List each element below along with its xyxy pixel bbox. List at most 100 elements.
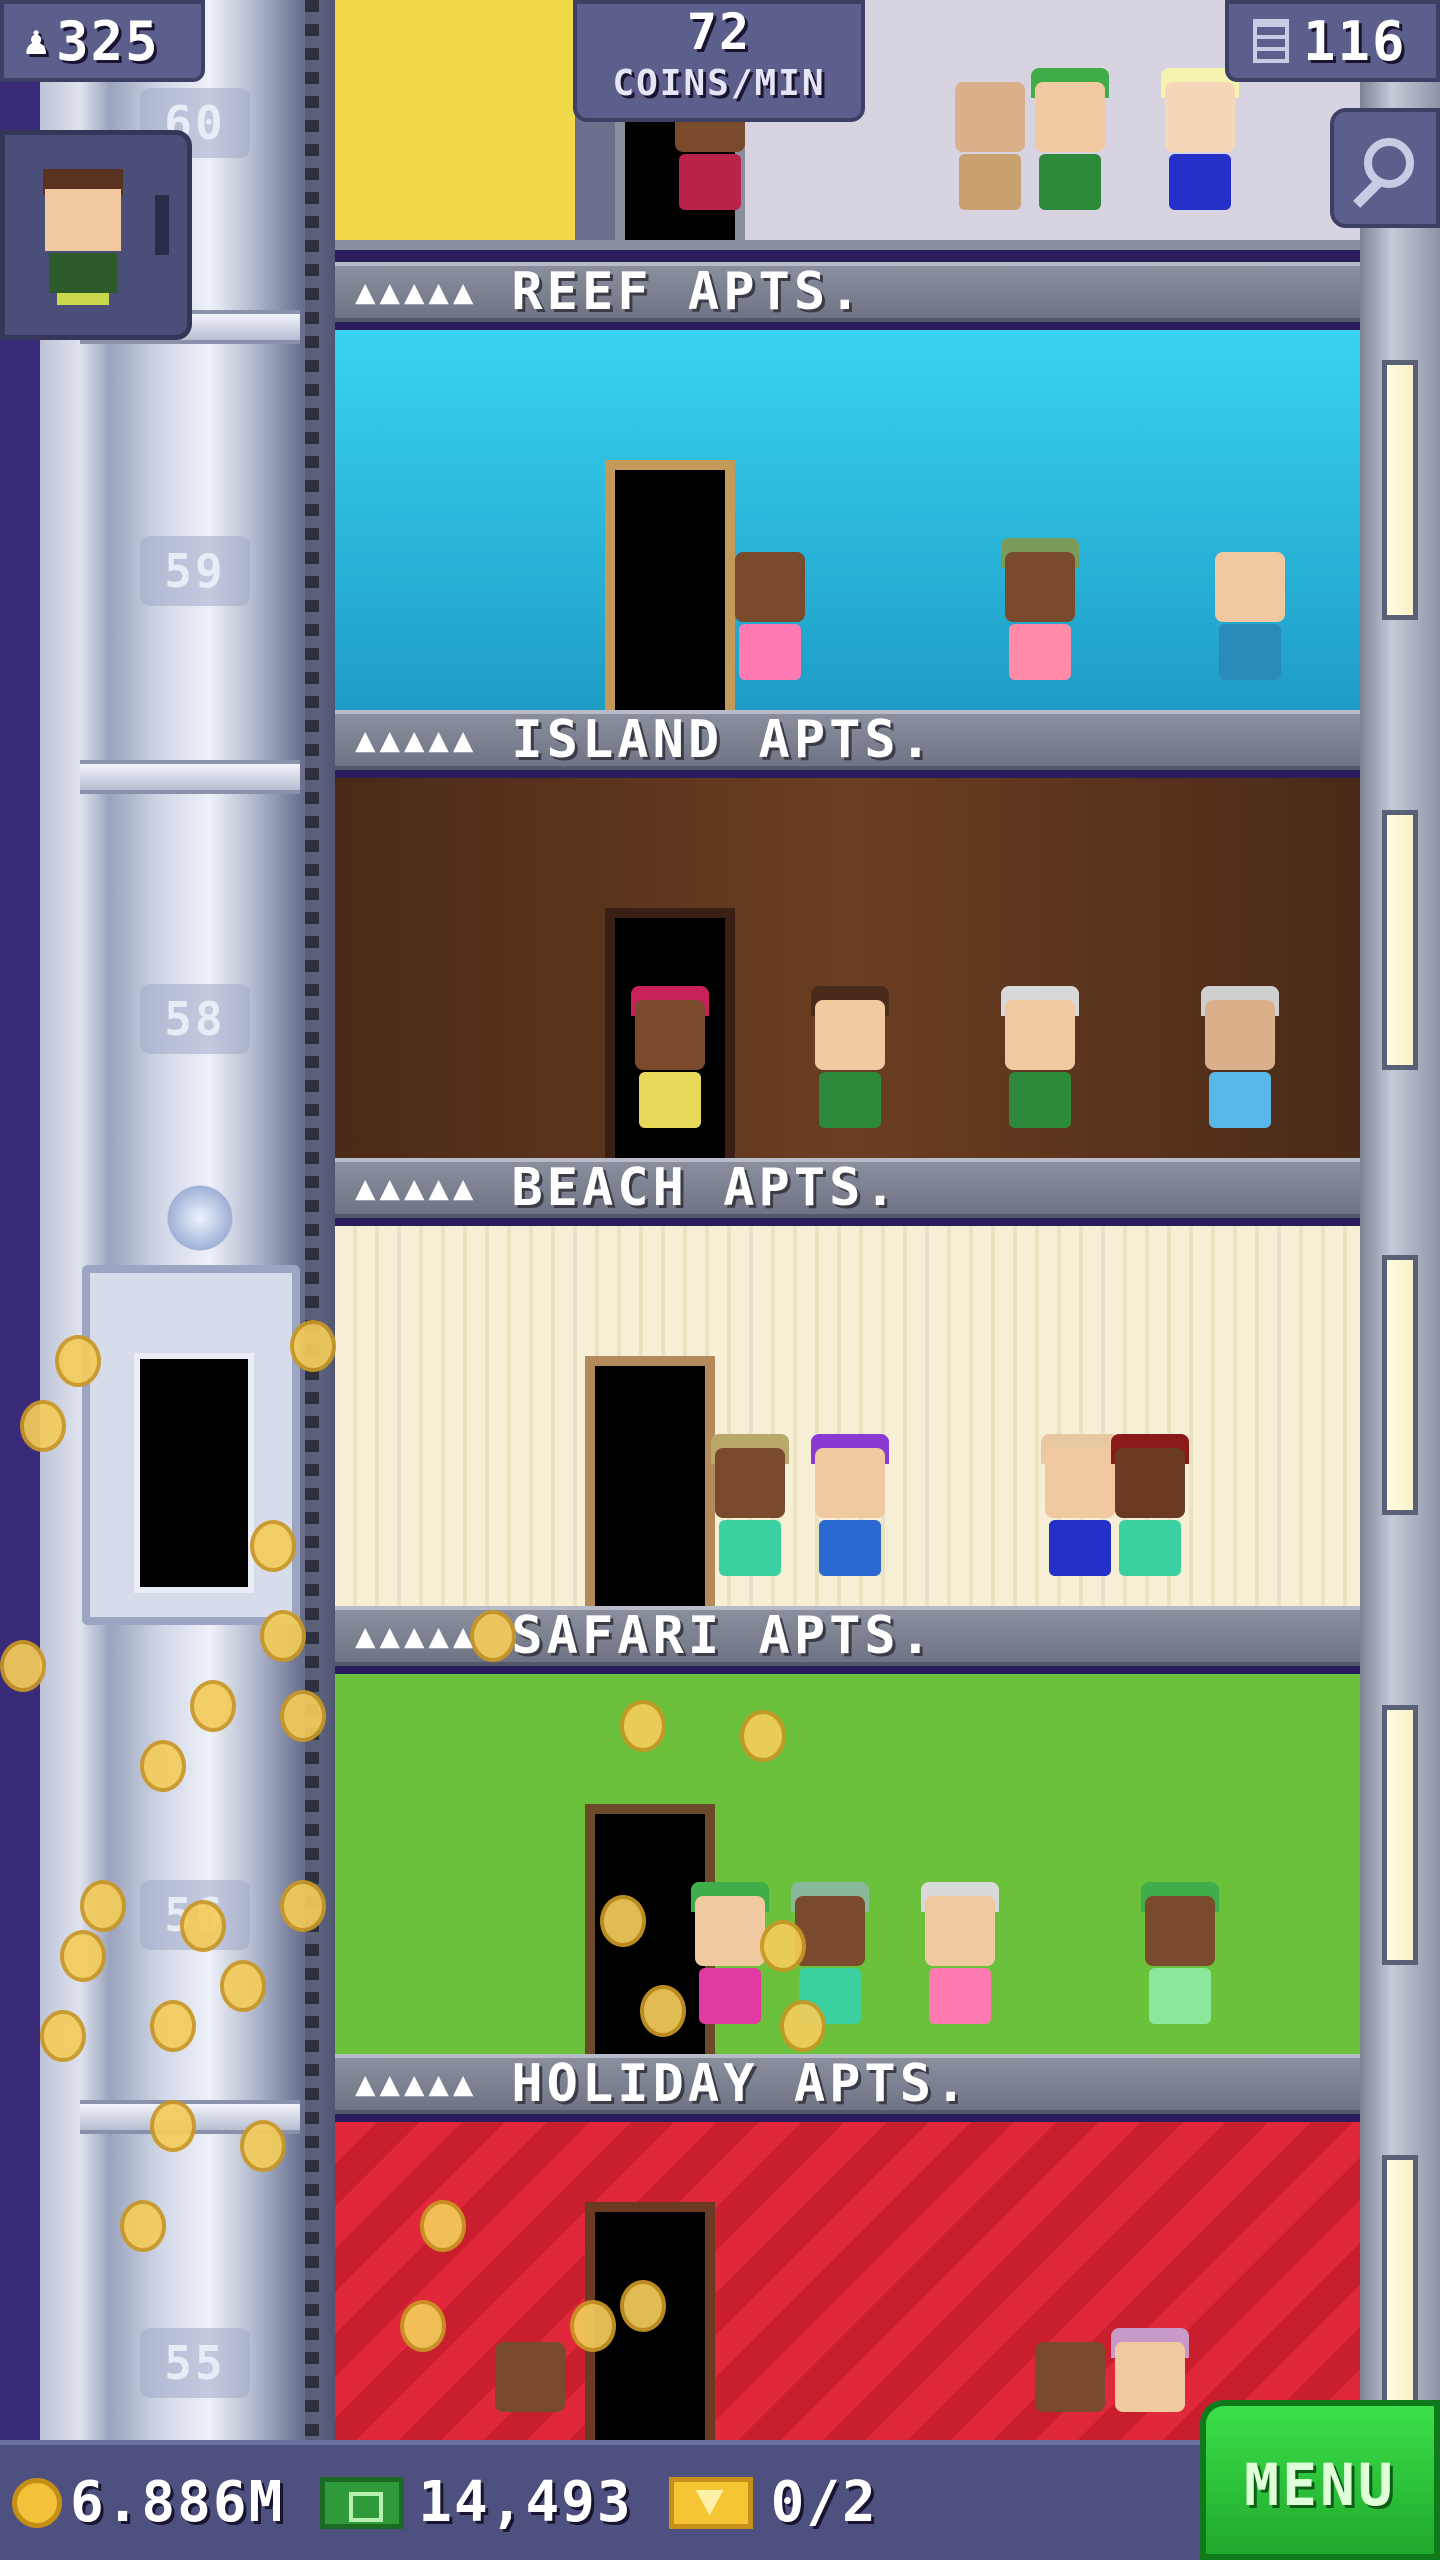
bitizen-body — [959, 154, 1021, 210]
tickets-value: 0/2 — [770, 2470, 878, 2535]
bitizen-body — [699, 1968, 761, 2024]
bitizen-body — [819, 1520, 881, 1576]
falling-coin — [120, 2200, 166, 2252]
room-door — [585, 1356, 715, 1606]
coin-rate-display: 72 COINS/MIN — [573, 0, 865, 122]
tickets-balance[interactable]: 0/2 — [668, 2470, 878, 2535]
falling-coin — [0, 1640, 46, 1692]
floor-stars: ▲▲▲▲▲ — [355, 1168, 478, 1208]
room-holiday[interactable] — [335, 2122, 1360, 2452]
elevator-floor-divider — [80, 760, 300, 794]
falling-coin — [280, 1880, 326, 1932]
bitizen[interactable] — [945, 62, 1035, 232]
wall-light — [1382, 2155, 1418, 2415]
bitizen-avatar — [35, 169, 131, 305]
menu-button[interactable]: MENU — [1200, 2400, 1440, 2560]
elevator-door — [134, 1353, 254, 1593]
bitizen-head — [635, 1000, 705, 1070]
bitizen[interactable] — [485, 2322, 575, 2452]
floor-stars: ▲▲▲▲▲ — [355, 272, 478, 312]
elevator-floor-number: 58 — [140, 984, 250, 1054]
falling-coin — [190, 1680, 236, 1732]
bitizen[interactable] — [805, 980, 895, 1150]
elevator-floor-number: 55 — [140, 2328, 250, 2398]
falling-coin — [620, 1700, 666, 1752]
floor-counter[interactable]: 116 — [1225, 0, 1440, 82]
bitizen[interactable] — [1135, 1876, 1225, 2046]
falling-coin — [240, 2120, 286, 2172]
falling-coin — [640, 1985, 686, 2037]
elevator-shaft[interactable]: 60 59 58 56 55 — [0, 0, 335, 2440]
floor-stars: ▲▲▲▲▲ — [355, 2064, 478, 2104]
room-island[interactable] — [335, 778, 1360, 1168]
bitizen-head — [815, 1448, 885, 1518]
floor-header: ▲▲▲▲▲ BEACH APTS. — [335, 1158, 1360, 1218]
bitizen[interactable] — [725, 532, 815, 702]
falling-coin — [180, 1900, 226, 1952]
bitizen-body — [1049, 1520, 1111, 1576]
wall-light — [1382, 1705, 1418, 1965]
bitizen-head — [1115, 1448, 1185, 1518]
bitizen[interactable] — [705, 1428, 795, 1598]
coins-balance[interactable]: 6.886M — [12, 2470, 284, 2535]
bitizen[interactable] — [915, 1876, 1005, 2046]
bitizen[interactable] — [995, 532, 1085, 702]
floor-header: ▲▲▲▲▲ ISLAND APTS. — [335, 710, 1360, 770]
bitizen-head — [1005, 552, 1075, 622]
bitizen-body — [679, 154, 741, 210]
coin-rate-unit: COINS/MIN — [612, 63, 826, 104]
bitizen-head — [1215, 552, 1285, 622]
bitizen-head — [815, 1000, 885, 1070]
room-door — [605, 460, 735, 710]
falling-coin — [280, 1690, 326, 1742]
bux-balance[interactable]: 14,493 — [320, 2470, 632, 2535]
room-beach[interactable] — [335, 1226, 1360, 1616]
bitizen-head — [1005, 1000, 1075, 1070]
floor-name: REEF APTS. — [511, 262, 865, 322]
bitizen[interactable] — [995, 980, 1085, 1150]
bitizen-head — [1205, 1000, 1275, 1070]
falling-coin — [220, 1960, 266, 2012]
floor-name: SAFARI APTS. — [511, 1606, 936, 1666]
bitizen[interactable] — [625, 980, 715, 1150]
bitizen[interactable] — [1195, 980, 1285, 1150]
population-counter[interactable]: ♟ 325 — [0, 0, 205, 82]
bitizen-head — [955, 82, 1025, 152]
falling-coin — [570, 2300, 616, 2352]
bitizen[interactable] — [1205, 532, 1295, 702]
bitizen-body — [1219, 624, 1281, 680]
bitizen[interactable] — [1155, 62, 1245, 232]
falling-coin — [620, 2280, 666, 2332]
falling-coin — [20, 1400, 66, 1452]
bitizen[interactable] — [685, 1876, 775, 2046]
bitizen-body — [719, 1520, 781, 1576]
bitizen-head — [715, 1448, 785, 1518]
bitizen[interactable] — [805, 1428, 895, 1598]
elevator-floor-number: 59 — [140, 536, 250, 606]
bitizen-head — [495, 2342, 565, 2412]
bitizen[interactable] — [1105, 1428, 1195, 1598]
bitizen-portrait-button[interactable] — [0, 130, 192, 340]
room-reef[interactable] — [335, 330, 1360, 720]
bitizen[interactable] — [1105, 2322, 1195, 2452]
bitizen-body — [1149, 1968, 1211, 2024]
falling-coin — [150, 2000, 196, 2052]
floor-stars: ▲▲▲▲▲ — [355, 720, 478, 760]
bitizen-body — [639, 1072, 701, 1128]
search-button[interactable] — [1330, 108, 1440, 228]
room-safari[interactable] — [335, 1674, 1360, 2064]
falling-coin — [600, 1895, 646, 1947]
magnifier-handle — [1353, 178, 1383, 208]
falling-coin — [55, 1335, 101, 1387]
falling-coin — [150, 2100, 196, 2152]
floor-stars: ▲▲▲▲▲ — [355, 1616, 478, 1656]
bitizen-body — [1169, 154, 1231, 210]
bitizen-body — [819, 1072, 881, 1128]
bitizen[interactable] — [1025, 2322, 1115, 2452]
person-icon: ♟ — [24, 18, 51, 64]
wall-light — [1382, 1255, 1418, 1515]
falling-coin — [250, 1520, 296, 1572]
falling-coin — [290, 1320, 336, 1372]
wall-light — [1382, 810, 1418, 1070]
bitizen[interactable] — [1025, 62, 1115, 232]
